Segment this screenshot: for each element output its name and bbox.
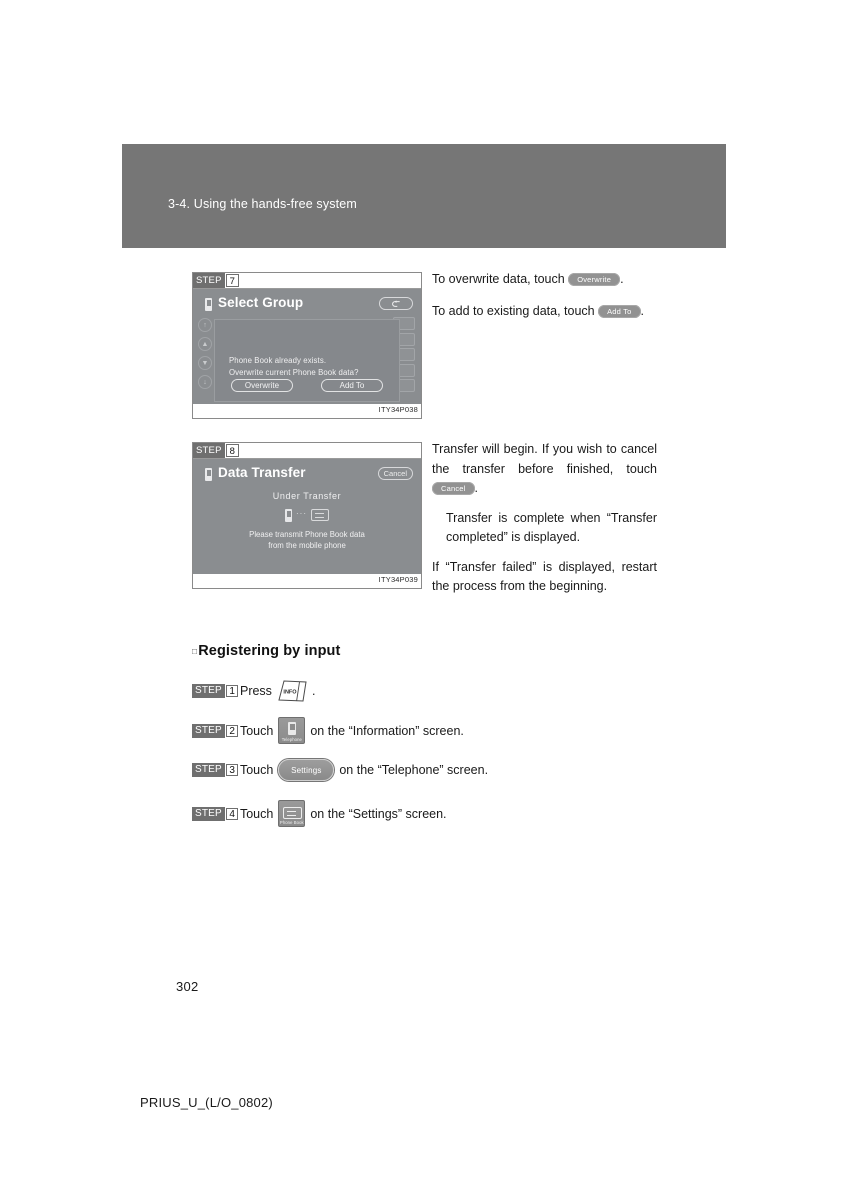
step-suffix: . xyxy=(311,684,316,698)
step-badge-number: 3 xyxy=(226,764,238,776)
figure-step-8: STEP 8 Data Transfer Cancel Under Transf… xyxy=(192,442,422,589)
step-suffix: on the “Information” screen. xyxy=(310,723,464,738)
addto-period: . xyxy=(640,303,645,318)
navigation-screen-data-transfer: Data Transfer Cancel Under Transfer ··· … xyxy=(193,459,421,574)
heading-bullet-icon: □ xyxy=(192,646,198,656)
figure-caption-bar: ITY34P038 xyxy=(193,404,421,418)
overwrite-instruction: To overwrite data, touch Overwrite. xyxy=(432,270,657,290)
transfer-complete-note: Transfer is complete when “Transfer comp… xyxy=(446,510,657,545)
svg-text:INFO: INFO xyxy=(283,690,297,696)
navigation-screen-select-group: Select Group ↑ ▲ ▼ ↓ Phone Book already … xyxy=(193,289,421,404)
scroll-top-button[interactable]: ↑ xyxy=(198,318,212,332)
step-suffix: on the “Settings” screen. xyxy=(310,806,447,821)
step-badge-word: STEP xyxy=(192,723,225,738)
return-arrow-icon xyxy=(391,299,400,307)
addto-instruction-text: To add to existing data, touch xyxy=(432,303,595,318)
step-badge: STEP 1 xyxy=(192,684,238,698)
figure-step-bar: STEP 8 xyxy=(193,443,421,459)
transfer-dots-icon: ··· xyxy=(296,508,307,518)
transfer-animation: ··· xyxy=(193,507,421,523)
cancel-pill-button[interactable]: Cancel xyxy=(432,482,475,496)
scroll-up-button[interactable]: ▲ xyxy=(198,337,212,351)
phone-icon xyxy=(205,468,212,481)
phone-book-icon-label: Phone Book xyxy=(279,820,304,825)
right-text-block-2: Transfer will begin. If you wish to canc… xyxy=(432,440,657,597)
step-badge-number: 1 xyxy=(226,685,238,697)
subsection-heading: □Registering by input xyxy=(192,643,340,659)
screen-title-row: Data Transfer Cancel xyxy=(193,465,421,485)
dialog-addto-button[interactable]: Add To xyxy=(321,379,383,392)
overwrite-instruction-text: To overwrite data, touch xyxy=(432,272,565,286)
overwrite-period: . xyxy=(620,272,624,286)
phone-icon xyxy=(285,508,292,522)
step-verb: Touch xyxy=(239,806,274,821)
screen-title-row: Select Group xyxy=(193,295,421,315)
return-button[interactable] xyxy=(379,297,413,310)
figure-step-7: STEP 7 Select Group ↑ ▲ ▼ ↓ Phone Book a… xyxy=(192,272,422,419)
transfer-message-line-1: Please transmit Phone Book data xyxy=(249,530,365,539)
phone-icon xyxy=(288,722,297,735)
step-badge-word: STEP xyxy=(192,763,225,777)
step-verb: Touch xyxy=(239,723,274,738)
footer-document-code: PRIUS_U_(L/O_0802) xyxy=(140,1095,273,1110)
figure-caption-bar: ITY34P039 xyxy=(193,574,421,588)
cancel-button[interactable]: Cancel xyxy=(377,467,413,480)
figure-step-bar: STEP 7 xyxy=(193,273,421,289)
step-badge-number: 7 xyxy=(225,274,239,287)
transfer-begin-period: . xyxy=(474,481,479,495)
overwrite-confirm-dialog: Phone Book already exists. Overwrite cur… xyxy=(214,319,400,402)
transfer-message: Please transmit Phone Book data from the… xyxy=(193,529,421,551)
dialog-line-1: Phone Book already exists. xyxy=(229,356,327,365)
step-badge-number: 4 xyxy=(226,807,238,820)
figure-caption-code: ITY34P038 xyxy=(378,405,418,414)
transfer-status-text: Under Transfer xyxy=(272,491,342,501)
step-badge: STEP 7 xyxy=(193,273,239,288)
right-text-block-1: To overwrite data, touch Overwrite. To a… xyxy=(432,270,657,321)
step-badge-word: STEP xyxy=(193,443,225,458)
info-button-graphic[interactable]: INFO xyxy=(275,678,309,704)
settings-button[interactable]: Settings xyxy=(278,759,335,781)
scroll-down-button[interactable]: ▼ xyxy=(198,356,212,370)
step-badge: STEP 4 xyxy=(192,806,238,821)
screen-scroll-buttons: ↑ ▲ ▼ ↓ xyxy=(198,318,212,394)
step-badge: STEP 8 xyxy=(193,443,239,458)
telephone-icon-button[interactable]: Telephone xyxy=(278,717,306,744)
screen-title: Data Transfer xyxy=(218,465,306,480)
page-number: 302 xyxy=(176,979,199,994)
telephone-icon-label: Telephone xyxy=(281,737,302,742)
phone-book-icon-button[interactable]: Phone Book xyxy=(278,800,306,827)
procedure-step-3: STEP 3 Touch Settings on the “Telephone”… xyxy=(192,759,752,781)
addto-pill-button[interactable]: Add To xyxy=(598,304,641,318)
step-verb: Touch xyxy=(239,763,274,777)
dialog-line-2: Overwrite current Phone Book data? xyxy=(229,368,359,377)
page-content: STEP 7 Select Group ↑ ▲ ▼ ↓ Phone Book a… xyxy=(0,0,848,1200)
step-badge-number: 2 xyxy=(226,724,238,737)
step-badge: STEP 3 xyxy=(192,763,238,777)
phone-icon xyxy=(205,298,212,311)
phone-book-icon xyxy=(283,807,303,819)
step-badge-word: STEP xyxy=(192,684,225,698)
scroll-bottom-button[interactable]: ↓ xyxy=(198,375,212,389)
transfer-failed-note: If “Transfer failed” is displayed, resta… xyxy=(432,559,657,594)
transfer-begin-text: Transfer will begin. If you wish to canc… xyxy=(432,442,657,476)
step-badge: STEP 2 xyxy=(192,723,238,738)
addto-instruction: To add to existing data, touch Add To. xyxy=(432,302,657,322)
step-verb: Press xyxy=(239,684,272,698)
procedure-step-1: STEP 1 Press INFO . xyxy=(192,678,752,704)
head-unit-icon xyxy=(311,509,329,521)
subsection-heading-text: Registering by input xyxy=(198,643,341,659)
transfer-begin-paragraph: Transfer will begin. If you wish to canc… xyxy=(432,440,657,499)
overwrite-pill-button[interactable]: Overwrite xyxy=(568,273,621,287)
step-badge-word: STEP xyxy=(192,806,225,821)
screen-title: Select Group xyxy=(218,295,304,310)
dialog-overwrite-button[interactable]: Overwrite xyxy=(231,379,293,392)
step-badge-word: STEP xyxy=(193,273,225,288)
procedure-step-2: STEP 2 Touch Telephone on the “Informati… xyxy=(192,717,752,744)
step-suffix: on the “Telephone” screen. xyxy=(339,763,489,777)
figure-caption-code: ITY34P039 xyxy=(378,575,418,584)
transfer-message-line-2: from the mobile phone xyxy=(268,541,346,550)
step-badge-number: 8 xyxy=(225,444,239,457)
procedure-step-4: STEP 4 Touch Phone Book on the “Settings… xyxy=(192,800,752,827)
